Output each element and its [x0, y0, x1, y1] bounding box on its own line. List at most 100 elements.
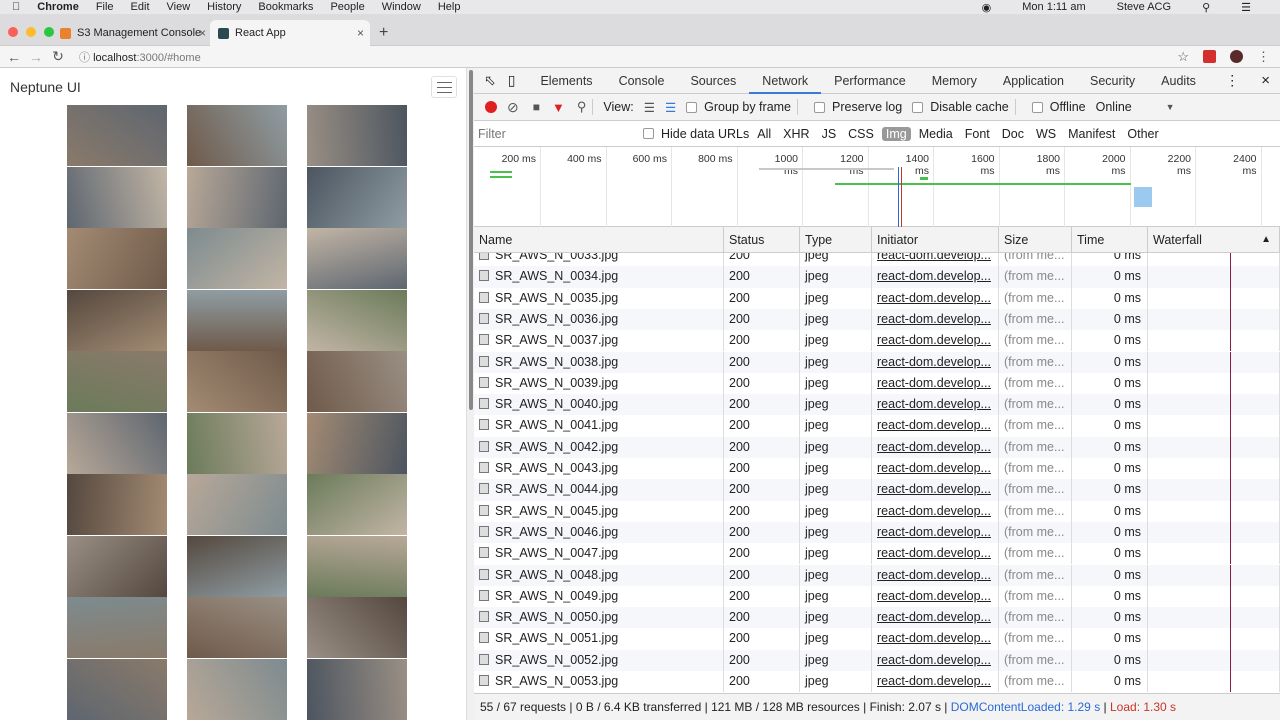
forward-icon[interactable]: →: [25, 49, 47, 65]
column-header-time[interactable]: Time: [1072, 227, 1148, 252]
disable-cache-checkbox[interactable]: [912, 101, 924, 113]
photo-thumbnail[interactable]: [307, 597, 407, 658]
photo-thumbnail[interactable]: [307, 105, 407, 166]
filter-input[interactable]: [478, 126, 643, 141]
devtools-tab-memory[interactable]: Memory: [919, 68, 990, 94]
photo-thumbnail[interactable]: [67, 289, 167, 351]
filter-type-ws[interactable]: WS: [1032, 127, 1060, 141]
request-row[interactable]: SR_AWS_N_0035.jpg 200 jpeg react-dom.develo…: [474, 287, 1280, 309]
filter-type-media[interactable]: Media: [915, 127, 957, 141]
inspect-element-icon[interactable]: ⬁: [474, 72, 504, 89]
sort-ascending-icon[interactable]: ▲: [1261, 227, 1271, 253]
request-row[interactable]: SR_AWS_N_0047.jpg 200 jpeg react-dom.develo…: [474, 543, 1280, 565]
tab-s3-console[interactable]: S3 Management Console ×: [52, 20, 212, 46]
large-rows-icon[interactable]: ☰: [644, 100, 655, 115]
device-toolbar-icon[interactable]: ▯: [504, 72, 528, 89]
photo-thumbnail[interactable]: [67, 166, 167, 228]
photo-thumbnail[interactable]: [67, 351, 167, 412]
notification-center-icon[interactable]: ☰: [1241, 1, 1251, 14]
chrome-menu-icon[interactable]: ⋮: [1257, 49, 1270, 65]
cell-initiator[interactable]: react-dom.develop...: [872, 330, 999, 352]
extension-icon[interactable]: [1203, 50, 1216, 63]
devtools-tab-sources[interactable]: Sources: [677, 68, 749, 94]
photo-thumbnail[interactable]: [67, 474, 167, 535]
filter-type-img[interactable]: Img: [881, 126, 911, 141]
photo-thumbnail[interactable]: [307, 535, 407, 597]
devtools-tab-audits[interactable]: Audits: [1148, 68, 1209, 94]
filter-type-font[interactable]: Font: [961, 127, 994, 141]
request-row[interactable]: SR_AWS_N_0048.jpg 200 jpeg react-dom.develo…: [474, 564, 1280, 586]
hide-data-urls-checkbox[interactable]: [643, 128, 654, 139]
menu-people[interactable]: People: [330, 1, 364, 13]
menu-file[interactable]: File: [96, 1, 114, 13]
new-tab-button[interactable]: +: [379, 24, 388, 42]
photo-thumbnail[interactable]: [187, 166, 287, 228]
tab-react-app[interactable]: React App ×: [210, 20, 370, 46]
cell-initiator[interactable]: react-dom.develop...: [872, 585, 999, 608]
clear-icon[interactable]: ⊘: [507, 99, 519, 116]
devtools-tab-elements[interactable]: Elements: [527, 68, 605, 94]
menu-view[interactable]: View: [167, 1, 191, 13]
bookmark-star-icon[interactable]: ☆: [1177, 49, 1189, 65]
filter-type-css[interactable]: CSS: [844, 127, 878, 141]
request-row[interactable]: SR_AWS_N_0051.jpg 200 jpeg react-dom.develo…: [474, 628, 1280, 650]
filter-funnel-icon[interactable]: ▼: [552, 100, 565, 115]
column-header-waterfall[interactable]: Waterfall ▲: [1148, 227, 1280, 252]
cell-initiator[interactable]: react-dom.develop...: [872, 287, 999, 309]
photo-thumbnail[interactable]: [67, 597, 167, 658]
cell-initiator[interactable]: react-dom.develop...: [872, 415, 999, 437]
preserve-log-checkbox[interactable]: [814, 101, 826, 113]
hamburger-menu-button[interactable]: [431, 76, 457, 98]
spotlight-search-icon[interactable]: ⚲: [1202, 1, 1210, 14]
devtools-tab-console[interactable]: Console: [606, 68, 678, 94]
photo-thumbnail[interactable]: [187, 228, 287, 289]
photo-thumbnail[interactable]: [187, 412, 287, 474]
group-by-frame-checkbox[interactable]: [686, 101, 698, 113]
filter-type-other[interactable]: Other: [1123, 127, 1162, 141]
filter-type-all[interactable]: All: [753, 127, 775, 141]
overview-waterfall-icon[interactable]: ☰: [665, 100, 676, 115]
request-row[interactable]: SR_AWS_N_0044.jpg 200 jpeg react-dom.develo…: [474, 479, 1280, 501]
devtools-more-icon[interactable]: ⋮: [1213, 72, 1251, 89]
cell-initiator[interactable]: react-dom.develop...: [872, 253, 999, 267]
photo-thumbnail[interactable]: [187, 597, 287, 658]
request-row[interactable]: SR_AWS_N_0041.jpg 200 jpeg react-dom.develo…: [474, 415, 1280, 437]
photo-thumbnail[interactable]: [67, 535, 167, 597]
cell-initiator[interactable]: react-dom.develop...: [872, 372, 999, 395]
photo-thumbnail[interactable]: [187, 105, 287, 166]
page-scrollbar[interactable]: [466, 68, 474, 720]
request-row[interactable]: SR_AWS_N_0036.jpg 200 jpeg react-dom.develo…: [474, 308, 1280, 331]
cell-initiator[interactable]: react-dom.develop...: [872, 351, 999, 373]
column-header-type[interactable]: Type: [800, 227, 872, 252]
reload-icon[interactable]: ↻: [47, 48, 69, 65]
cell-initiator[interactable]: react-dom.develop...: [872, 500, 999, 522]
minimize-window-button[interactable]: [26, 27, 36, 37]
request-row[interactable]: SR_AWS_N_0042.jpg 200 jpeg react-dom.develo…: [474, 436, 1280, 458]
app-menu[interactable]: Chrome: [37, 1, 79, 13]
cell-initiator[interactable]: react-dom.develop...: [872, 521, 999, 544]
cell-initiator[interactable]: react-dom.develop...: [872, 671, 999, 693]
menu-edit[interactable]: Edit: [131, 1, 150, 13]
menu-bookmarks[interactable]: Bookmarks: [258, 1, 313, 13]
filter-type-doc[interactable]: Doc: [998, 127, 1028, 141]
request-row[interactable]: SR_AWS_N_0045.jpg 200 jpeg react-dom.develo…: [474, 500, 1280, 522]
photo-thumbnail[interactable]: [307, 228, 407, 289]
photo-thumbnail[interactable]: [307, 658, 407, 720]
cell-initiator[interactable]: react-dom.develop...: [872, 564, 999, 586]
apple-icon[interactable]: : [12, 1, 20, 13]
close-tab-icon[interactable]: ×: [199, 26, 206, 40]
request-row[interactable]: SR_AWS_N_0038.jpg 200 jpeg react-dom.develo…: [474, 351, 1280, 373]
request-row[interactable]: SR_AWS_N_0040.jpg 200 jpeg react-dom.develo…: [474, 394, 1280, 416]
photo-thumbnail[interactable]: [187, 535, 287, 597]
cell-initiator[interactable]: react-dom.develop...: [872, 543, 999, 565]
request-row[interactable]: SR_AWS_N_0043.jpg 200 jpeg react-dom.develo…: [474, 458, 1280, 480]
request-row[interactable]: SR_AWS_N_0037.jpg 200 jpeg react-dom.develo…: [474, 330, 1280, 352]
request-row[interactable]: SR_AWS_N_0052.jpg 200 jpeg react-dom.develo…: [474, 649, 1280, 671]
request-row[interactable]: SR_AWS_N_0033.jpg 200 jpeg react-dom.develo…: [474, 253, 1280, 267]
record-button[interactable]: [485, 101, 497, 113]
filter-type-xhr[interactable]: XHR: [779, 127, 813, 141]
photo-thumbnail[interactable]: [307, 474, 407, 535]
photo-thumbnail[interactable]: [67, 412, 167, 474]
cell-initiator[interactable]: react-dom.develop...: [872, 266, 999, 288]
cell-initiator[interactable]: react-dom.develop...: [872, 479, 999, 501]
